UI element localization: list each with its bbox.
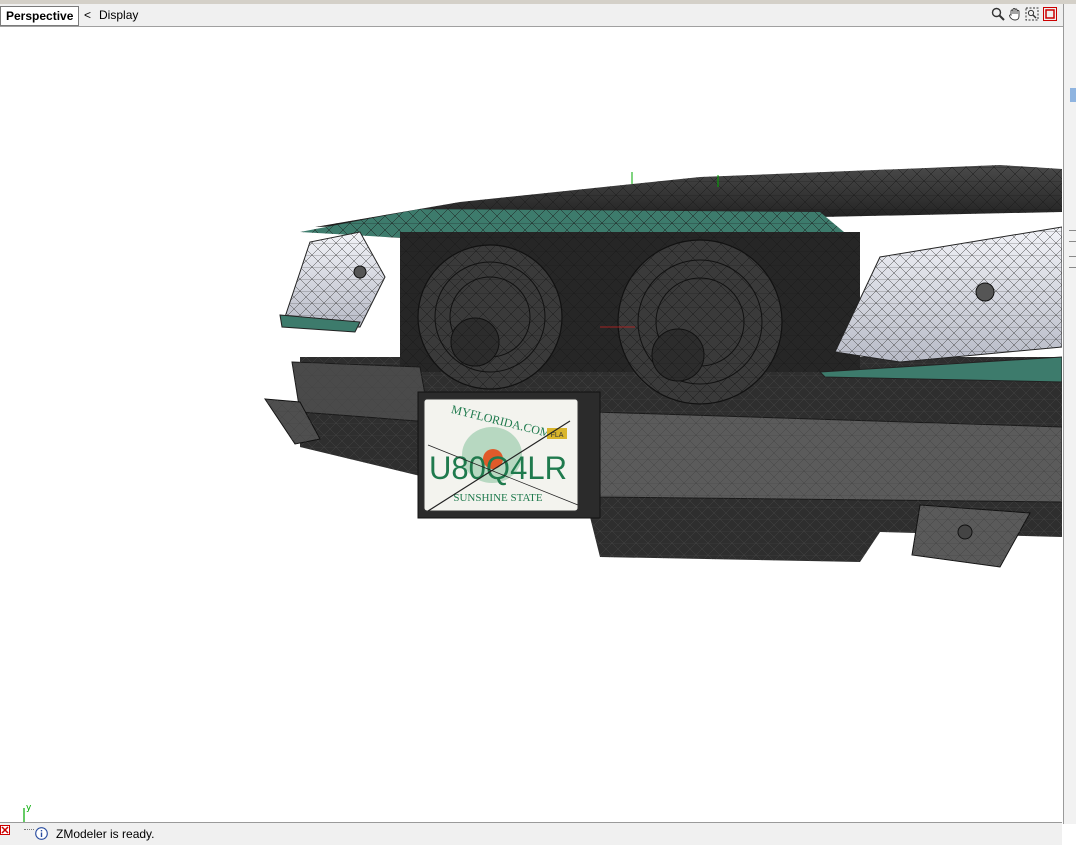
right-panel-edge[interactable] <box>1063 4 1076 824</box>
status-message: ZModeler is ready. <box>56 827 155 841</box>
plate-sticker-text: FLA <box>551 432 564 439</box>
info-icon <box>35 827 48 840</box>
plate-number-text: U80Q4LR <box>429 450 567 486</box>
left-fan <box>417 244 563 390</box>
panel-grip[interactable] <box>1069 256 1076 268</box>
plate-state-text: SUNSHINE STATE <box>453 492 543 504</box>
license-plate: MYFLORIDA.COM U80Q4LR SUNSHINE STATE FLA <box>417 391 601 519</box>
axis-y-label: y <box>26 803 32 813</box>
status-close-icon[interactable] <box>0 825 10 835</box>
axis-gizmo: y x z <box>23 803 32 822</box>
right-fan <box>617 239 783 405</box>
viewport-toolbar <box>990 6 1059 24</box>
chevron-left-icon: < <box>84 8 92 22</box>
3d-viewport-canvas[interactable]: MYFLORIDA.COM U80Q4LR SUNSHINE STATE FLA… <box>0 27 1062 822</box>
pan-hand-icon[interactable] <box>1007 6 1023 22</box>
close-view-icon[interactable] <box>1043 7 1057 21</box>
viewport-header: Perspective < Display <box>0 4 1063 27</box>
status-tree-dots <box>24 829 34 830</box>
view-name-tab[interactable]: Perspective <box>0 6 80 26</box>
display-menu[interactable]: < Display <box>84 6 138 24</box>
status-bar: ZModeler is ready. <box>0 822 1062 845</box>
zoom-icon[interactable] <box>990 6 1006 22</box>
panel-marker[interactable] <box>1070 88 1076 102</box>
panel-grip[interactable] <box>1069 230 1076 242</box>
car-rear-wireframe-model: MYFLORIDA.COM U80Q4LR SUNSHINE STATE FLA <box>264 165 1062 568</box>
display-menu-label: Display <box>99 8 139 22</box>
region-zoom-icon[interactable] <box>1024 6 1040 22</box>
